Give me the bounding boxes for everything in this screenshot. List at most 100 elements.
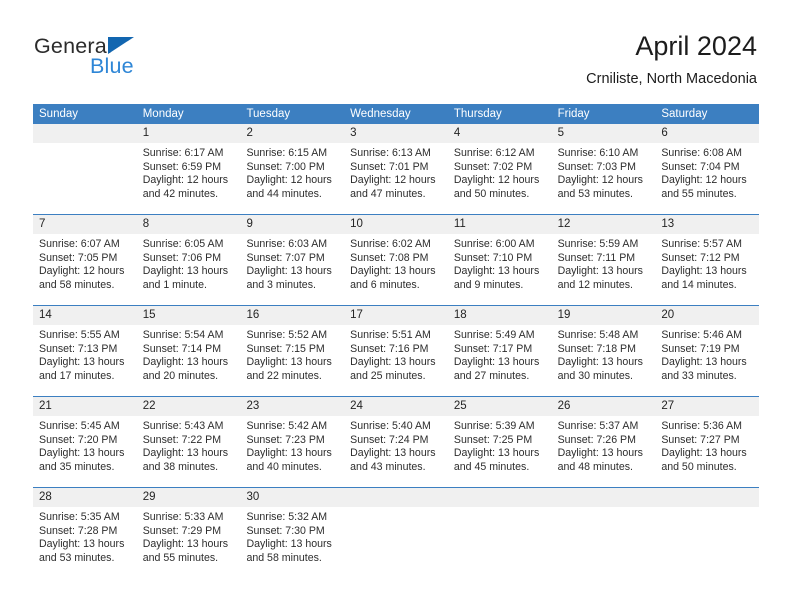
day-cell-1[interactable]: Sunrise: 6:17 AM Sunset: 6:59 PM Daylight:… [137, 143, 241, 214]
day-number-4[interactable]: 4 [448, 124, 552, 143]
general-blue-logo[interactable]: General Blue [34, 34, 234, 86]
day-cell-25[interactable]: Sunrise: 5:39 AM Sunset: 7:25 PM Daylight:… [448, 416, 552, 487]
day-number-19[interactable]: 19 [552, 306, 656, 325]
day-cell-14[interactable]: Sunrise: 5:55 AM Sunset: 7:13 PM Daylight:… [33, 325, 137, 396]
day-number-empty [552, 488, 656, 507]
sunset-text: Sunset: 7:12 PM [661, 251, 740, 264]
day-cell-17[interactable]: Sunrise: 5:51 AM Sunset: 7:16 PM Daylight:… [344, 325, 448, 396]
sunset-text: Sunset: 7:10 PM [453, 251, 533, 264]
day-number-9[interactable]: 9 [240, 215, 344, 234]
day-cell-12[interactable]: Sunrise: 5:59 AM Sunset: 7:11 PM Daylight:… [552, 234, 656, 305]
sunrise-text: Sunrise: 6:00 AM [453, 238, 535, 250]
daylight-text-line2: and 47 minutes. [350, 187, 426, 200]
week-detail-row: Sunrise: 5:35 AM Sunset: 7:28 PM Daylight:… [33, 507, 759, 578]
daylight-text-line1: Daylight: 13 hours [39, 538, 125, 551]
day-number-17[interactable]: 17 [344, 306, 448, 325]
daylight-text-line2: and 40 minutes. [246, 460, 322, 473]
daylight-text-line1: Daylight: 12 hours [557, 174, 643, 187]
day-cell-23[interactable]: Sunrise: 5:42 AM Sunset: 7:23 PM Daylight:… [240, 416, 344, 487]
day-cell-20[interactable]: Sunrise: 5:46 AM Sunset: 7:19 PM Daylight:… [655, 325, 759, 396]
day-number-3[interactable]: 3 [344, 124, 448, 143]
daylight-text-line1: Daylight: 13 hours [246, 447, 332, 460]
day-cell-28[interactable]: Sunrise: 5:35 AM Sunset: 7:28 PM Daylight:… [33, 507, 137, 578]
day-cell-15[interactable]: Sunrise: 5:54 AM Sunset: 7:14 PM Daylight:… [137, 325, 241, 396]
day-number-13[interactable]: 13 [655, 215, 759, 234]
day-cell-19[interactable]: Sunrise: 5:48 AM Sunset: 7:18 PM Daylight:… [552, 325, 656, 396]
day-cell-empty [552, 507, 656, 578]
day-number-26[interactable]: 26 [552, 397, 656, 416]
sunset-text: Sunset: 7:02 PM [453, 160, 533, 173]
day-cell-29[interactable]: Sunrise: 5:33 AM Sunset: 7:29 PM Daylight:… [137, 507, 241, 578]
day-number-15[interactable]: 15 [137, 306, 241, 325]
day-number-14[interactable]: 14 [33, 306, 137, 325]
day-number-7[interactable]: 7 [33, 215, 137, 234]
sunset-text: Sunset: 6:59 PM [142, 160, 222, 173]
week-detail-row: Sunrise: 6:07 AM Sunset: 7:05 PM Daylight:… [33, 234, 759, 305]
daylight-text-line1: Daylight: 13 hours [246, 265, 332, 278]
day-number-8[interactable]: 8 [137, 215, 241, 234]
daylight-text-line2: and 9 minutes. [453, 278, 524, 291]
day-number-16[interactable]: 16 [240, 306, 344, 325]
day-number-12[interactable]: 12 [552, 215, 656, 234]
day-number-21[interactable]: 21 [33, 397, 137, 416]
day-number-30[interactable]: 30 [240, 488, 344, 507]
calendar-week-row: 7 8 9 10 11 12 13 Sunrise: 6:07 AM Sunset: 7:05 … [33, 214, 759, 305]
day-number-6[interactable]: 6 [655, 124, 759, 143]
daylight-text-line2: and 3 minutes. [246, 278, 316, 291]
day-number-11[interactable]: 11 [448, 215, 552, 234]
day-cell-5[interactable]: Sunrise: 6:10 AM Sunset: 7:03 PM Daylight:… [552, 143, 656, 214]
calendar-week-row: 28 29 30 Sunrise: 5:35 AM Sunset: 7:28 PM Day… [33, 487, 759, 578]
day-cell-7[interactable]: Sunrise: 6:07 AM Sunset: 7:05 PM Daylight:… [33, 234, 137, 305]
day-cell-4[interactable]: Sunrise: 6:12 AM Sunset: 7:02 PM Daylight:… [448, 143, 552, 214]
day-cell-16[interactable]: Sunrise: 5:52 AM Sunset: 7:15 PM Daylight:… [240, 325, 344, 396]
day-cell-3[interactable]: Sunrise: 6:13 AM Sunset: 7:01 PM Daylight:… [344, 143, 448, 214]
day-cell-empty [33, 143, 137, 214]
sunset-text: Sunset: 7:04 PM [661, 160, 740, 173]
day-number-10[interactable]: 10 [344, 215, 448, 234]
day-cell-22[interactable]: Sunrise: 5:43 AM Sunset: 7:22 PM Daylight:… [137, 416, 241, 487]
day-cell-13[interactable]: Sunrise: 5:57 AM Sunset: 7:12 PM Daylight:… [655, 234, 759, 305]
week-date-number-row: 14 15 16 17 18 19 20 [33, 305, 759, 325]
day-number-28[interactable]: 28 [33, 488, 137, 507]
day-cell-9[interactable]: Sunrise: 6:03 AM Sunset: 7:07 PM Daylight:… [240, 234, 344, 305]
day-number-20[interactable]: 20 [655, 306, 759, 325]
day-number-empty [344, 488, 448, 507]
day-cell-27[interactable]: Sunrise: 5:36 AM Sunset: 7:27 PM Daylight:… [655, 416, 759, 487]
sunrise-text: Sunrise: 5:49 AM [453, 329, 535, 341]
sunset-text: Sunset: 7:05 PM [39, 251, 118, 264]
logo-text-blue: Blue [90, 54, 134, 78]
daylight-text-line2: and 53 minutes. [39, 551, 115, 564]
day-cell-21[interactable]: Sunrise: 5:45 AM Sunset: 7:20 PM Daylight:… [33, 416, 137, 487]
daylight-text-line1: Daylight: 13 hours [142, 538, 229, 551]
day-cell-8[interactable]: Sunrise: 6:05 AM Sunset: 7:06 PM Daylight:… [137, 234, 241, 305]
day-number-29[interactable]: 29 [137, 488, 241, 507]
daylight-text-line2: and 22 minutes. [246, 369, 322, 382]
day-number-5[interactable]: 5 [552, 124, 656, 143]
day-number-27[interactable]: 27 [655, 397, 759, 416]
daylight-text-line1: Daylight: 13 hours [350, 447, 436, 460]
day-cell-24[interactable]: Sunrise: 5:40 AM Sunset: 7:24 PM Daylight:… [344, 416, 448, 487]
day-cell-18[interactable]: Sunrise: 5:49 AM Sunset: 7:17 PM Daylight:… [448, 325, 552, 396]
day-cell-30[interactable]: Sunrise: 5:32 AM Sunset: 7:30 PM Daylight:… [240, 507, 344, 578]
day-cell-10[interactable]: Sunrise: 6:02 AM Sunset: 7:08 PM Daylight:… [344, 234, 448, 305]
daylight-text-line2: and 45 minutes. [453, 460, 530, 473]
day-cell-6[interactable]: Sunrise: 6:08 AM Sunset: 7:04 PM Daylight:… [655, 143, 759, 214]
day-number-23[interactable]: 23 [240, 397, 344, 416]
day-number-22[interactable]: 22 [137, 397, 241, 416]
day-number-18[interactable]: 18 [448, 306, 552, 325]
day-number-24[interactable]: 24 [344, 397, 448, 416]
day-number-25[interactable]: 25 [448, 397, 552, 416]
daylight-text-line1: Daylight: 12 hours [39, 265, 125, 278]
day-cell-empty [655, 507, 759, 578]
day-cell-2[interactable]: Sunrise: 6:15 AM Sunset: 7:00 PM Daylight:… [240, 143, 344, 214]
sunset-text: Sunset: 7:27 PM [661, 433, 740, 446]
week-date-number-row: 7 8 9 10 11 12 13 [33, 214, 759, 234]
day-cell-26[interactable]: Sunrise: 5:37 AM Sunset: 7:26 PM Daylight:… [552, 416, 656, 487]
sunset-text: Sunset: 7:11 PM [557, 251, 636, 264]
daylight-text-line1: Daylight: 13 hours [142, 447, 229, 460]
daylight-text-line1: Daylight: 13 hours [246, 538, 332, 551]
day-number-2[interactable]: 2 [240, 124, 344, 143]
daylight-text-line2: and 35 minutes. [39, 460, 115, 473]
day-cell-11[interactable]: Sunrise: 6:00 AM Sunset: 7:10 PM Daylight:… [448, 234, 552, 305]
day-number-1[interactable]: 1 [137, 124, 241, 143]
